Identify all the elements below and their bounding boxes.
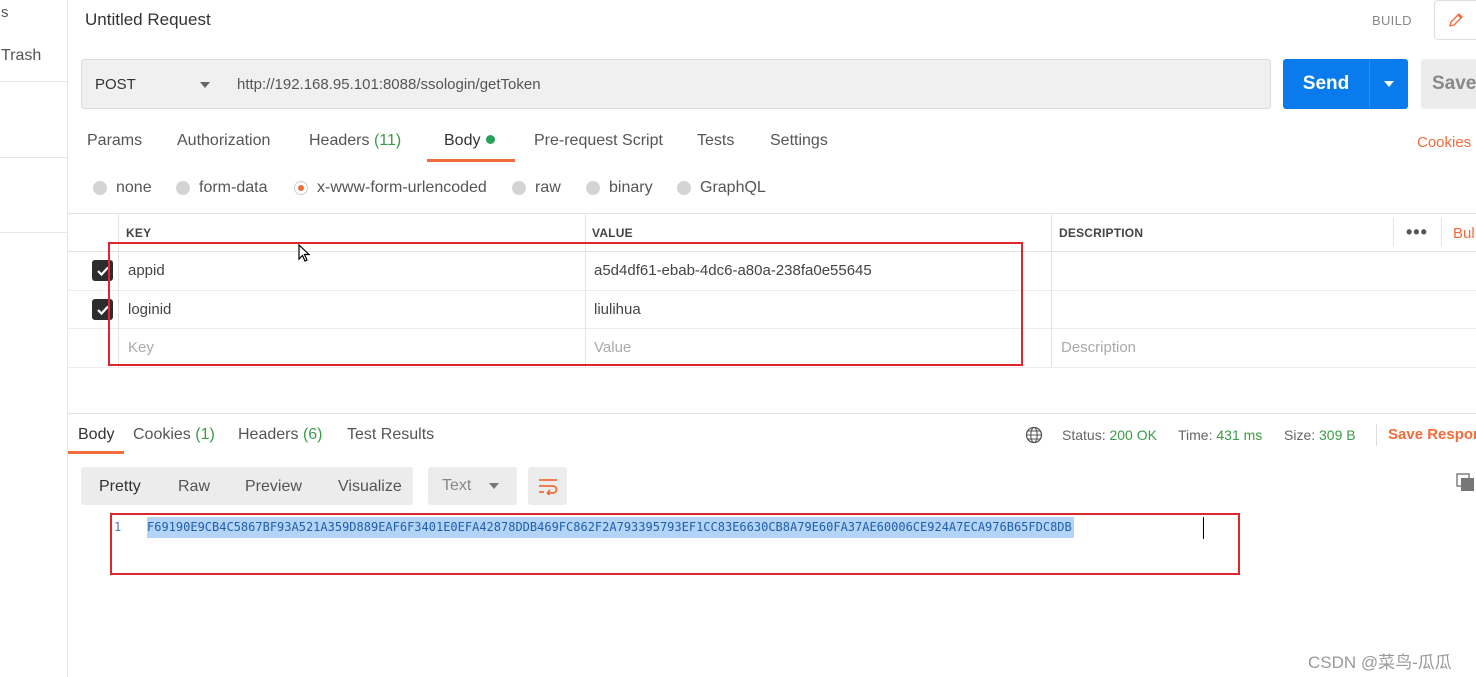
save-button[interactable]: Save	[1421, 59, 1476, 109]
column-header-description: DESCRIPTION	[1059, 226, 1144, 240]
radio-label: x-www-form-urlencoded	[317, 179, 487, 196]
method-select[interactable]: POST	[81, 59, 225, 109]
sidebar-divider	[0, 157, 67, 158]
status-value: 200 OK	[1109, 427, 1157, 443]
radio-label: none	[116, 179, 152, 196]
tab-headers[interactable]: Headers (11)	[309, 132, 401, 150]
globe-icon[interactable]	[1025, 426, 1043, 444]
divider	[1376, 424, 1377, 446]
sidebar-item-trash[interactable]: Trash	[1, 47, 41, 65]
radio-label: binary	[609, 179, 653, 196]
response-tab-cookies-count: (1)	[195, 426, 215, 443]
chevron-down-icon	[200, 82, 210, 88]
radio-label: GraphQL	[700, 179, 766, 196]
watermark: CSDN @菜鸟-瓜瓜	[1308, 653, 1452, 672]
more-options-icon[interactable]: •••	[1406, 222, 1428, 243]
radio-circle	[677, 181, 691, 195]
active-response-tab-indicator	[68, 451, 124, 454]
radio-binary[interactable]: binary	[586, 179, 653, 197]
cookies-link[interactable]: Cookies	[1417, 134, 1471, 151]
sidebar: s Trash	[0, 0, 68, 677]
tab-settings[interactable]: Settings	[770, 132, 828, 150]
copy-icon[interactable]	[1456, 473, 1476, 493]
time-value: 431 ms	[1216, 427, 1263, 443]
radio-x-www-form-urlencoded[interactable]: x-www-form-urlencoded	[294, 179, 487, 197]
size-label: Size:	[1284, 427, 1316, 443]
send-options-button[interactable]	[1369, 59, 1408, 109]
tab-tests[interactable]: Tests	[697, 132, 734, 150]
description-input-placeholder[interactable]: Description	[1061, 339, 1136, 356]
view-preview-button[interactable]: Preview	[245, 478, 302, 496]
annotation-highlight-params	[108, 242, 1023, 366]
time-label: Time:	[1178, 427, 1213, 443]
response-tab-headers[interactable]: Headers (6)	[238, 426, 323, 444]
format-select[interactable]: Text	[428, 467, 517, 505]
url-text: http://192.168.95.101:8088/ssologin/getT…	[237, 75, 541, 93]
request-title[interactable]: Untitled Request	[85, 10, 211, 30]
table-row-divider	[68, 367, 1476, 368]
tab-params[interactable]: Params	[87, 132, 142, 150]
response-tab-body[interactable]: Body	[78, 426, 114, 444]
radio-raw[interactable]: raw	[512, 179, 561, 197]
column-header-key: KEY	[126, 226, 152, 240]
format-label: Text	[442, 477, 472, 494]
response-tab-headers-label: Headers	[238, 426, 299, 443]
radio-form-data[interactable]: form-data	[176, 179, 267, 197]
view-pretty-button[interactable]: Pretty	[99, 478, 141, 496]
column-divider	[1051, 213, 1052, 367]
tab-headers-label: Headers	[309, 132, 370, 149]
response-divider	[68, 413, 1476, 414]
tab-authorization[interactable]: Authorization	[177, 132, 270, 150]
method-label: POST	[95, 75, 136, 93]
pencil-icon	[1448, 13, 1463, 27]
table-border	[68, 213, 1476, 214]
response-tab-cookies[interactable]: Cookies (1)	[133, 426, 215, 444]
radio-circle	[176, 181, 190, 195]
wrap-icon	[538, 479, 557, 495]
send-button[interactable]: Send	[1283, 59, 1369, 109]
radio-circle	[512, 181, 526, 195]
tab-body-label: Body	[444, 132, 481, 149]
radio-label: raw	[535, 179, 561, 196]
tab-pre-request-script[interactable]: Pre-request Script	[534, 132, 663, 150]
bulk-edit-link[interactable]: Bul	[1453, 225, 1475, 242]
radio-circle-selected	[294, 181, 308, 195]
size-info[interactable]: Size: 309 B	[1284, 427, 1356, 443]
response-tab-cookies-label: Cookies	[133, 426, 191, 443]
sidebar-divider	[0, 232, 67, 233]
radio-none[interactable]: none	[93, 179, 152, 197]
save-response-button[interactable]: Save Respor	[1388, 426, 1476, 443]
column-header-value: VALUE	[592, 226, 633, 240]
annotation-highlight-response	[110, 513, 1240, 575]
url-input[interactable]: http://192.168.95.101:8088/ssologin/getT…	[224, 59, 1271, 109]
sidebar-partial-item[interactable]: s	[1, 4, 9, 21]
body-active-dot	[486, 135, 496, 145]
wrap-lines-button[interactable]	[528, 467, 567, 505]
size-value: 309 B	[1319, 427, 1356, 443]
radio-label: form-data	[199, 179, 268, 196]
tab-headers-count: (11)	[373, 132, 402, 149]
response-tab-headers-count: (6)	[302, 426, 323, 443]
column-divider	[1441, 218, 1442, 246]
chevron-down-icon	[489, 483, 499, 489]
radio-graphql[interactable]: GraphQL	[677, 179, 766, 197]
radio-circle	[93, 181, 107, 195]
radio-circle	[586, 181, 600, 195]
sidebar-divider	[0, 81, 67, 82]
response-tab-test-results[interactable]: Test Results	[347, 426, 434, 444]
view-raw-button[interactable]: Raw	[178, 478, 210, 496]
build-mode-label[interactable]: BUILD	[1372, 13, 1412, 28]
column-divider	[1393, 218, 1394, 246]
chevron-down-icon	[1384, 81, 1394, 87]
active-tab-indicator	[427, 159, 515, 162]
tab-body[interactable]: Body	[444, 132, 496, 150]
time-info[interactable]: Time: 431 ms	[1178, 427, 1262, 443]
status-label: Status:	[1062, 427, 1106, 443]
status-info[interactable]: Status: 200 OK	[1062, 427, 1157, 443]
edit-button[interactable]	[1434, 0, 1476, 40]
mouse-cursor-icon	[298, 244, 311, 262]
view-visualize-button[interactable]: Visualize	[338, 478, 402, 496]
